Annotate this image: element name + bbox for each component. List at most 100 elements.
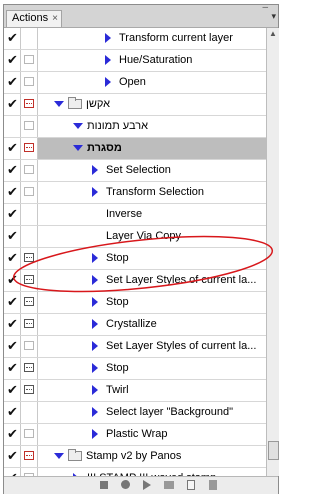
checkmark-icon[interactable]: ✔ (7, 75, 18, 89)
expand-arrow-icon[interactable] (92, 341, 98, 351)
toggle-dialog-cell[interactable] (21, 380, 38, 401)
toggle-dialog-cell[interactable] (21, 402, 38, 423)
expand-arrow-icon[interactable] (105, 55, 111, 65)
toggle-dialog-cell[interactable] (21, 94, 38, 115)
checkmark-icon[interactable]: ✔ (7, 97, 18, 111)
toggle-item-cell[interactable] (4, 116, 21, 137)
action-row[interactable]: ✔ Transform current layer (4, 28, 266, 50)
toggle-item-cell[interactable]: ✔ (4, 160, 21, 181)
expand-arrow-icon[interactable] (92, 187, 98, 197)
action-name-cell[interactable]: Set Selection (38, 160, 266, 181)
toggle-item-cell[interactable]: ✔ (4, 72, 21, 93)
action-name-cell[interactable]: Set Layer Styles of current la... (38, 270, 266, 291)
toggle-item-cell[interactable]: ✔ (4, 380, 21, 401)
checkmark-icon[interactable]: ✔ (7, 295, 18, 309)
dialog-toggle-icon[interactable] (24, 143, 34, 152)
action-row[interactable]: ✔ Set Layer Styles of current la... (4, 270, 266, 292)
action-name-cell[interactable]: Twirl (38, 380, 266, 401)
stop-playing-button[interactable] (100, 481, 108, 489)
action-name-cell[interactable]: מסגרת (38, 138, 266, 159)
toggle-dialog-cell[interactable] (21, 72, 38, 93)
expand-arrow-icon[interactable] (92, 297, 98, 307)
checkmark-icon[interactable]: ✔ (7, 361, 18, 375)
dialog-toggle-icon[interactable] (24, 275, 34, 284)
dialog-toggle-icon[interactable] (24, 55, 34, 64)
dialog-toggle-icon[interactable] (24, 187, 34, 196)
checkmark-icon[interactable]: ✔ (7, 53, 18, 67)
dialog-toggle-icon[interactable] (24, 341, 34, 350)
toggle-dialog-cell[interactable] (21, 226, 38, 247)
action-row[interactable]: ✔ Open (4, 72, 266, 94)
action-name-cell[interactable]: Plastic Wrap (38, 424, 266, 445)
scroll-up-arrow-icon[interactable]: ▲ (268, 29, 278, 39)
scrollbar[interactable]: ▲ (266, 28, 279, 476)
expand-arrow-icon[interactable] (92, 407, 98, 417)
checkmark-icon[interactable]: ✔ (7, 273, 18, 287)
expand-arrow-icon[interactable] (92, 275, 98, 285)
toggle-item-cell[interactable]: ✔ (4, 28, 21, 49)
toggle-dialog-cell[interactable] (21, 314, 38, 335)
action-row[interactable]: ✔ Stamp v2 by Panos (4, 446, 266, 468)
collapse-arrow-icon[interactable] (54, 101, 64, 107)
dialog-toggle-icon[interactable] (24, 99, 34, 108)
toggle-item-cell[interactable]: ✔ (4, 446, 21, 467)
panel-menu-icon[interactable]: ▾ (271, 11, 276, 22)
expand-arrow-icon[interactable] (92, 319, 98, 329)
new-action-button[interactable] (187, 480, 195, 490)
action-name-cell[interactable]: Hue/Saturation (38, 50, 266, 71)
dialog-toggle-icon[interactable] (24, 253, 34, 262)
collapse-arrow-icon[interactable] (73, 123, 83, 129)
action-name-cell[interactable]: אקשן (38, 94, 266, 115)
dialog-toggle-icon[interactable] (24, 429, 34, 438)
checkmark-icon[interactable]: ✔ (7, 229, 18, 243)
action-row[interactable]: ✔ Layer Via Copy (4, 226, 266, 248)
toggle-dialog-cell[interactable] (21, 248, 38, 269)
toggle-item-cell[interactable]: ✔ (4, 358, 21, 379)
action-row[interactable]: ✔ מסגרת (4, 138, 266, 160)
toggle-item-cell[interactable]: ✔ (4, 226, 21, 247)
action-row[interactable]: ✔ Transform Selection (4, 182, 266, 204)
checkmark-icon[interactable]: ✔ (7, 427, 18, 441)
action-name-cell[interactable]: Stop (38, 358, 266, 379)
action-row[interactable]: ✔ Select layer "Background" (4, 402, 266, 424)
checkmark-icon[interactable]: ✔ (7, 405, 18, 419)
toggle-item-cell[interactable]: ✔ (4, 94, 21, 115)
toggle-item-cell[interactable]: ✔ (4, 182, 21, 203)
expand-arrow-icon[interactable] (92, 385, 98, 395)
toggle-dialog-cell[interactable] (21, 182, 38, 203)
action-row[interactable]: ✔ Set Layer Styles of current la... (4, 336, 266, 358)
action-row[interactable]: ✔ Hue/Saturation (4, 50, 266, 72)
action-row[interactable]: ✔ Stop (4, 358, 266, 380)
toggle-dialog-cell[interactable] (21, 270, 38, 291)
checkmark-icon[interactable]: ✔ (7, 317, 18, 331)
action-name-cell[interactable]: Set Layer Styles of current la... (38, 336, 266, 357)
checkmark-icon[interactable]: ✔ (7, 207, 18, 221)
minimize-icon[interactable]: – (262, 2, 268, 13)
expand-arrow-icon[interactable] (92, 253, 98, 263)
dialog-toggle-icon[interactable] (24, 385, 34, 394)
dialog-toggle-icon[interactable] (24, 121, 34, 130)
action-row[interactable]: ✔ Twirl (4, 380, 266, 402)
expand-arrow-icon[interactable] (92, 363, 98, 373)
dialog-toggle-icon[interactable] (24, 77, 34, 86)
expand-arrow-icon[interactable] (105, 33, 111, 43)
toggle-item-cell[interactable]: ✔ (4, 270, 21, 291)
record-button[interactable] (121, 480, 130, 489)
toggle-item-cell[interactable]: ✔ (4, 336, 21, 357)
expand-arrow-icon[interactable] (92, 429, 98, 439)
toggle-item-cell[interactable]: ✔ (4, 138, 21, 159)
toggle-dialog-cell[interactable] (21, 292, 38, 313)
toggle-item-cell[interactable]: ✔ (4, 248, 21, 269)
toggle-item-cell[interactable]: ✔ (4, 204, 21, 225)
action-name-cell[interactable]: Stamp v2 by Panos (38, 446, 266, 467)
dialog-toggle-icon[interactable] (24, 451, 34, 460)
toggle-dialog-cell[interactable] (21, 424, 38, 445)
action-row[interactable]: ✔ Inverse (4, 204, 266, 226)
action-row[interactable]: ארבע תמונות (4, 116, 266, 138)
toggle-dialog-cell[interactable] (21, 358, 38, 379)
checkmark-icon[interactable]: ✔ (7, 185, 18, 199)
action-name-cell[interactable]: Transform current layer (38, 28, 266, 49)
action-row[interactable]: ✔ Stop (4, 292, 266, 314)
checkmark-icon[interactable]: ✔ (7, 163, 18, 177)
toggle-dialog-cell[interactable] (21, 336, 38, 357)
